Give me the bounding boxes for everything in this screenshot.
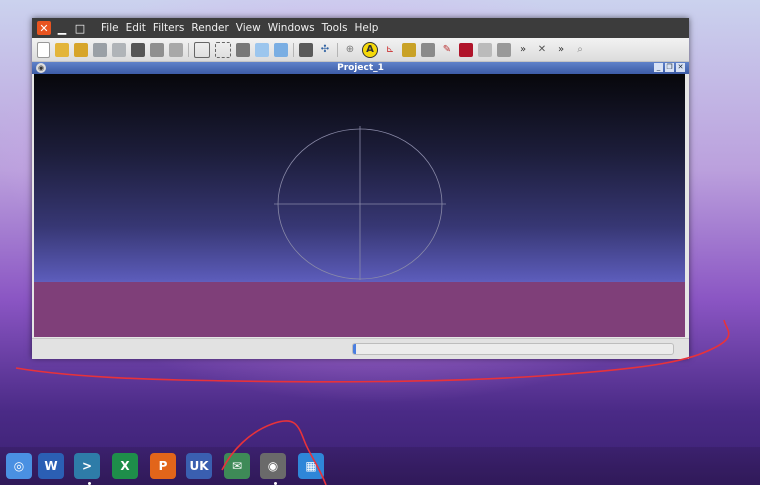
texture-icon[interactable] [421,42,435,57]
menu-help[interactable]: Help [354,22,378,34]
transform-icon[interactable] [478,42,492,57]
meshlab-window: ✕ ▁ □ File Edit Filters Render View Wind… [32,18,689,359]
minimize-window-button[interactable]: ▁ [55,21,69,35]
toolbar-separator [293,42,294,57]
dock-mail-icon[interactable]: ✉ [224,453,250,479]
open-folder-icon[interactable] [55,42,69,57]
maximize-window-button[interactable]: □ [73,21,87,35]
layers-icon[interactable] [150,42,164,57]
more-icon[interactable]: » [554,43,568,57]
color-picker-icon[interactable] [459,42,473,57]
subwindow-restore-button[interactable]: ❐ [665,63,674,72]
more-icon[interactable]: » [516,43,530,57]
trackball-widget [274,126,446,280]
new-document-icon[interactable] [37,41,50,58]
dock-powerpoint-icon[interactable]: P [150,453,176,479]
annotate-icon[interactable]: A [362,41,378,58]
subwindow-title: Project_1 [337,63,384,73]
open-folder-alt-icon[interactable] [74,42,88,57]
cube-icon[interactable] [299,42,313,57]
subwindow-titlebar: ◉ Project_1 _ ❐ ✕ [32,62,689,74]
toolbar-separator [337,42,338,57]
dock-apps-icon[interactable]: ▦ [298,453,324,479]
dock: ◎ W > X P UK ✉ ◉ ▦ [0,447,760,485]
3d-viewport[interactable] [34,74,685,337]
menu-filters[interactable]: Filters [153,22,184,34]
mesh-icon[interactable] [497,42,511,57]
selection-icon[interactable] [215,41,231,58]
dock-meshlab-icon[interactable]: ◉ [260,453,286,479]
menu-tools[interactable]: Tools [322,22,348,34]
dock-store-icon[interactable]: UK [186,453,212,479]
dock-chromium-icon[interactable]: ◎ [6,453,32,479]
menu-view[interactable]: View [236,22,261,34]
cylinder-icon[interactable] [255,42,269,57]
axis-icon[interactable]: ✣ [318,43,332,57]
layers-alt-icon[interactable] [169,42,183,57]
dock-excel-icon[interactable]: X [112,453,138,479]
menu-windows[interactable]: Windows [268,22,315,34]
status-bar [32,338,689,359]
progress-bar [352,343,674,355]
select-vertex-icon[interactable] [236,42,250,57]
search-icon[interactable]: ⌕ [573,43,587,57]
menu-file[interactable]: File [101,22,119,34]
dock-terminal-icon[interactable]: > [74,453,100,479]
close-window-button[interactable]: ✕ [37,21,51,35]
menu-edit[interactable]: Edit [126,22,146,34]
dock-word-icon[interactable]: W [38,453,64,479]
bounding-box-icon[interactable] [194,41,210,58]
toolbar-separator [188,42,189,57]
progress-fill [353,344,357,354]
tools-icon[interactable]: ✕ [535,43,549,57]
import-icon[interactable] [93,42,107,57]
menu-render[interactable]: Render [191,22,228,34]
sphere-icon[interactable]: ⊕ [343,43,357,57]
toolbar: ✣ ⊕ A ⊾ ✎ » ✕ » ⌕ [32,38,689,62]
subwindow-minimize-button[interactable]: _ [654,63,663,72]
subwindow-close-button[interactable]: ✕ [676,63,685,72]
export-icon[interactable] [112,42,126,57]
menu-bar: ✕ ▁ □ File Edit Filters Render View Wind… [32,18,689,38]
brush-icon[interactable]: ✎ [440,43,454,57]
measure-icon[interactable]: ⊾ [383,43,397,57]
snapshot-icon[interactable] [131,42,145,57]
paint-icon[interactable] [402,42,416,57]
cylinder-alt-icon[interactable] [274,42,288,57]
